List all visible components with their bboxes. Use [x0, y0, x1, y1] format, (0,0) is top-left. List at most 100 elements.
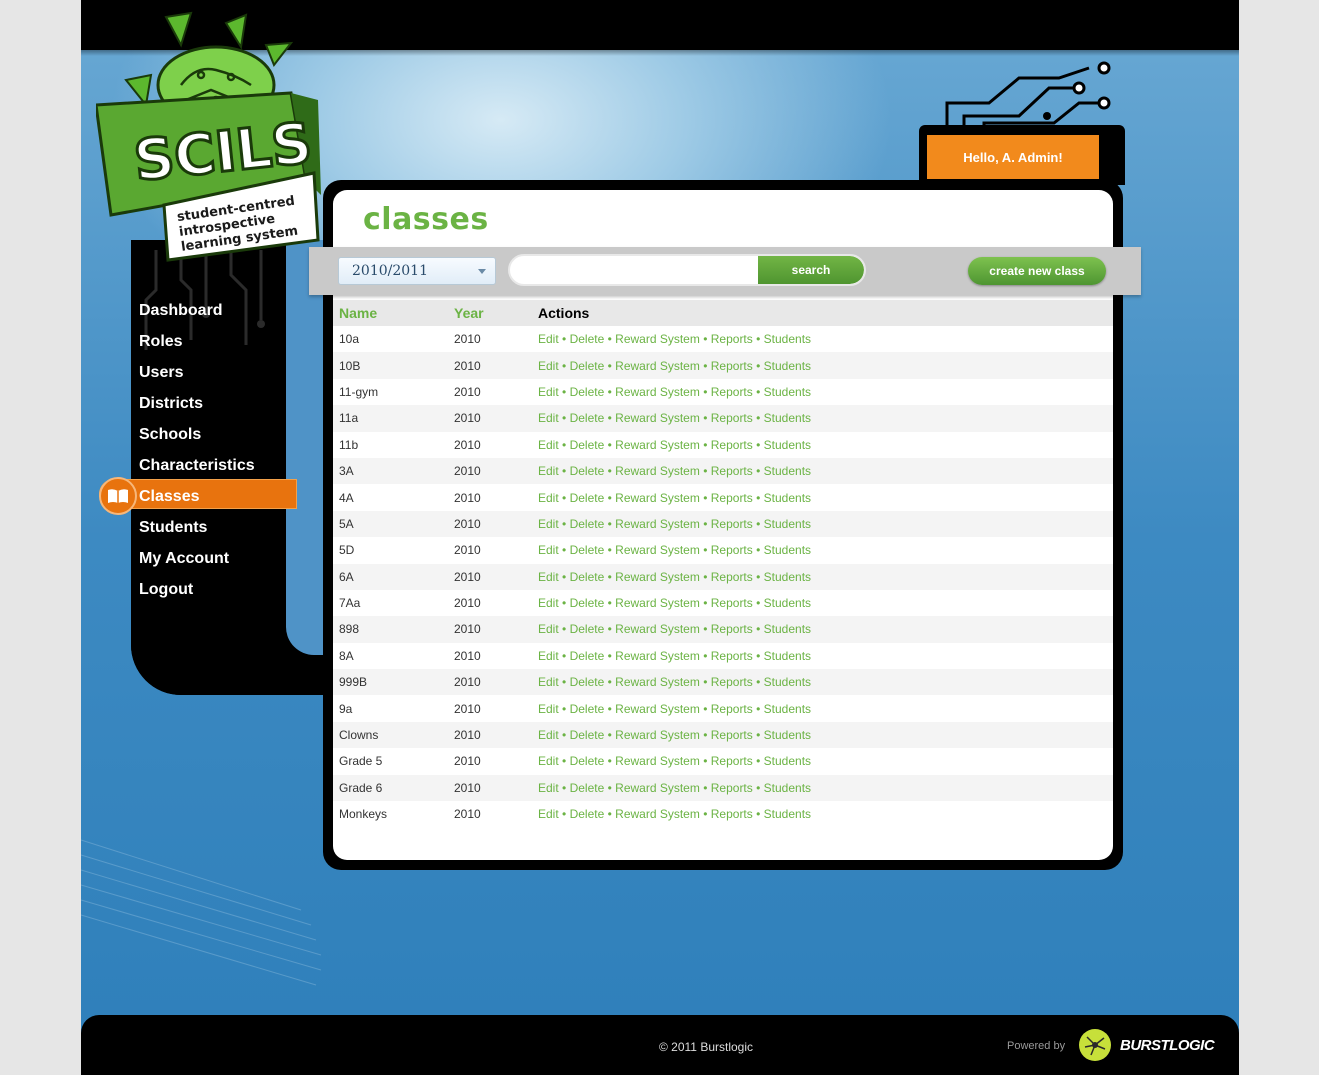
reward-system-link[interactable]: Reward System: [615, 332, 700, 346]
search-button[interactable]: search: [758, 256, 864, 284]
reports-link[interactable]: Reports: [711, 781, 753, 795]
edit-link[interactable]: Edit: [538, 464, 559, 478]
reward-system-link[interactable]: Reward System: [615, 596, 700, 610]
delete-link[interactable]: Delete: [570, 781, 605, 795]
students-link[interactable]: Students: [764, 385, 811, 399]
reports-link[interactable]: Reports: [711, 807, 753, 821]
delete-link[interactable]: Delete: [570, 754, 605, 768]
students-link[interactable]: Students: [764, 807, 811, 821]
reports-link[interactable]: Reports: [711, 385, 753, 399]
edit-link[interactable]: Edit: [538, 807, 559, 821]
edit-link[interactable]: Edit: [538, 675, 559, 689]
delete-link[interactable]: Delete: [570, 332, 605, 346]
edit-link[interactable]: Edit: [538, 385, 559, 399]
sidebar-item-schools[interactable]: Schools: [139, 424, 299, 455]
delete-link[interactable]: Delete: [570, 543, 605, 557]
reports-link[interactable]: Reports: [711, 728, 753, 742]
students-link[interactable]: Students: [764, 596, 811, 610]
students-link[interactable]: Students: [764, 543, 811, 557]
students-link[interactable]: Students: [764, 649, 811, 663]
edit-link[interactable]: Edit: [538, 596, 559, 610]
burstlogic-logo-icon[interactable]: [1079, 1029, 1111, 1061]
reports-link[interactable]: Reports: [711, 622, 753, 636]
students-link[interactable]: Students: [764, 517, 811, 531]
students-link[interactable]: Students: [764, 754, 811, 768]
reward-system-link[interactable]: Reward System: [615, 675, 700, 689]
reward-system-link[interactable]: Reward System: [615, 570, 700, 584]
reports-link[interactable]: Reports: [711, 464, 753, 478]
reward-system-link[interactable]: Reward System: [615, 438, 700, 452]
reward-system-link[interactable]: Reward System: [615, 649, 700, 663]
students-link[interactable]: Students: [764, 332, 811, 346]
reports-link[interactable]: Reports: [711, 359, 753, 373]
edit-link[interactable]: Edit: [538, 543, 559, 557]
sidebar-item-roles[interactable]: Roles: [139, 331, 299, 362]
reports-link[interactable]: Reports: [711, 543, 753, 557]
reward-system-link[interactable]: Reward System: [615, 543, 700, 557]
reports-link[interactable]: Reports: [711, 491, 753, 505]
delete-link[interactable]: Delete: [570, 702, 605, 716]
edit-link[interactable]: Edit: [538, 702, 559, 716]
sidebar-item-users[interactable]: Users: [139, 362, 299, 393]
delete-link[interactable]: Delete: [570, 359, 605, 373]
edit-link[interactable]: Edit: [538, 781, 559, 795]
reports-link[interactable]: Reports: [711, 517, 753, 531]
year-select[interactable]: 2010/2011: [338, 257, 496, 285]
reports-link[interactable]: Reports: [711, 570, 753, 584]
reports-link[interactable]: Reports: [711, 596, 753, 610]
students-link[interactable]: Students: [764, 728, 811, 742]
reward-system-link[interactable]: Reward System: [615, 781, 700, 795]
students-link[interactable]: Students: [764, 702, 811, 716]
delete-link[interactable]: Delete: [570, 649, 605, 663]
delete-link[interactable]: Delete: [570, 675, 605, 689]
reports-link[interactable]: Reports: [711, 438, 753, 452]
edit-link[interactable]: Edit: [538, 754, 559, 768]
students-link[interactable]: Students: [764, 464, 811, 478]
reward-system-link[interactable]: Reward System: [615, 385, 700, 399]
delete-link[interactable]: Delete: [570, 622, 605, 636]
students-link[interactable]: Students: [764, 570, 811, 584]
search-input[interactable]: [510, 256, 778, 284]
sidebar-item-students[interactable]: Students: [139, 517, 299, 548]
edit-link[interactable]: Edit: [538, 622, 559, 636]
students-link[interactable]: Students: [764, 622, 811, 636]
edit-link[interactable]: Edit: [538, 649, 559, 663]
edit-link[interactable]: Edit: [538, 332, 559, 346]
burstlogic-brand[interactable]: BURSTLOGIC: [1120, 1037, 1215, 1054]
reward-system-link[interactable]: Reward System: [615, 517, 700, 531]
edit-link[interactable]: Edit: [538, 359, 559, 373]
edit-link[interactable]: Edit: [538, 411, 559, 425]
edit-link[interactable]: Edit: [538, 728, 559, 742]
delete-link[interactable]: Delete: [570, 411, 605, 425]
sidebar-item-logout[interactable]: Logout: [139, 579, 299, 610]
reward-system-link[interactable]: Reward System: [615, 359, 700, 373]
students-link[interactable]: Students: [764, 491, 811, 505]
reward-system-link[interactable]: Reward System: [615, 728, 700, 742]
reports-link[interactable]: Reports: [711, 754, 753, 768]
reward-system-link[interactable]: Reward System: [615, 411, 700, 425]
sidebar-item-classes[interactable]: Classes: [99, 477, 299, 517]
create-new-class-button[interactable]: create new class: [968, 257, 1106, 285]
students-link[interactable]: Students: [764, 438, 811, 452]
students-link[interactable]: Students: [764, 411, 811, 425]
delete-link[interactable]: Delete: [570, 464, 605, 478]
delete-link[interactable]: Delete: [570, 570, 605, 584]
reward-system-link[interactable]: Reward System: [615, 702, 700, 716]
delete-link[interactable]: Delete: [570, 596, 605, 610]
delete-link[interactable]: Delete: [570, 728, 605, 742]
students-link[interactable]: Students: [764, 359, 811, 373]
reward-system-link[interactable]: Reward System: [615, 622, 700, 636]
edit-link[interactable]: Edit: [538, 491, 559, 505]
reports-link[interactable]: Reports: [711, 332, 753, 346]
column-header-name[interactable]: Name: [333, 300, 454, 326]
reports-link[interactable]: Reports: [711, 675, 753, 689]
students-link[interactable]: Students: [764, 781, 811, 795]
delete-link[interactable]: Delete: [570, 438, 605, 452]
reports-link[interactable]: Reports: [711, 649, 753, 663]
reward-system-link[interactable]: Reward System: [615, 464, 700, 478]
sidebar-item-dashboard[interactable]: Dashboard: [139, 300, 299, 331]
edit-link[interactable]: Edit: [538, 438, 559, 452]
reports-link[interactable]: Reports: [711, 411, 753, 425]
delete-link[interactable]: Delete: [570, 517, 605, 531]
reward-system-link[interactable]: Reward System: [615, 807, 700, 821]
